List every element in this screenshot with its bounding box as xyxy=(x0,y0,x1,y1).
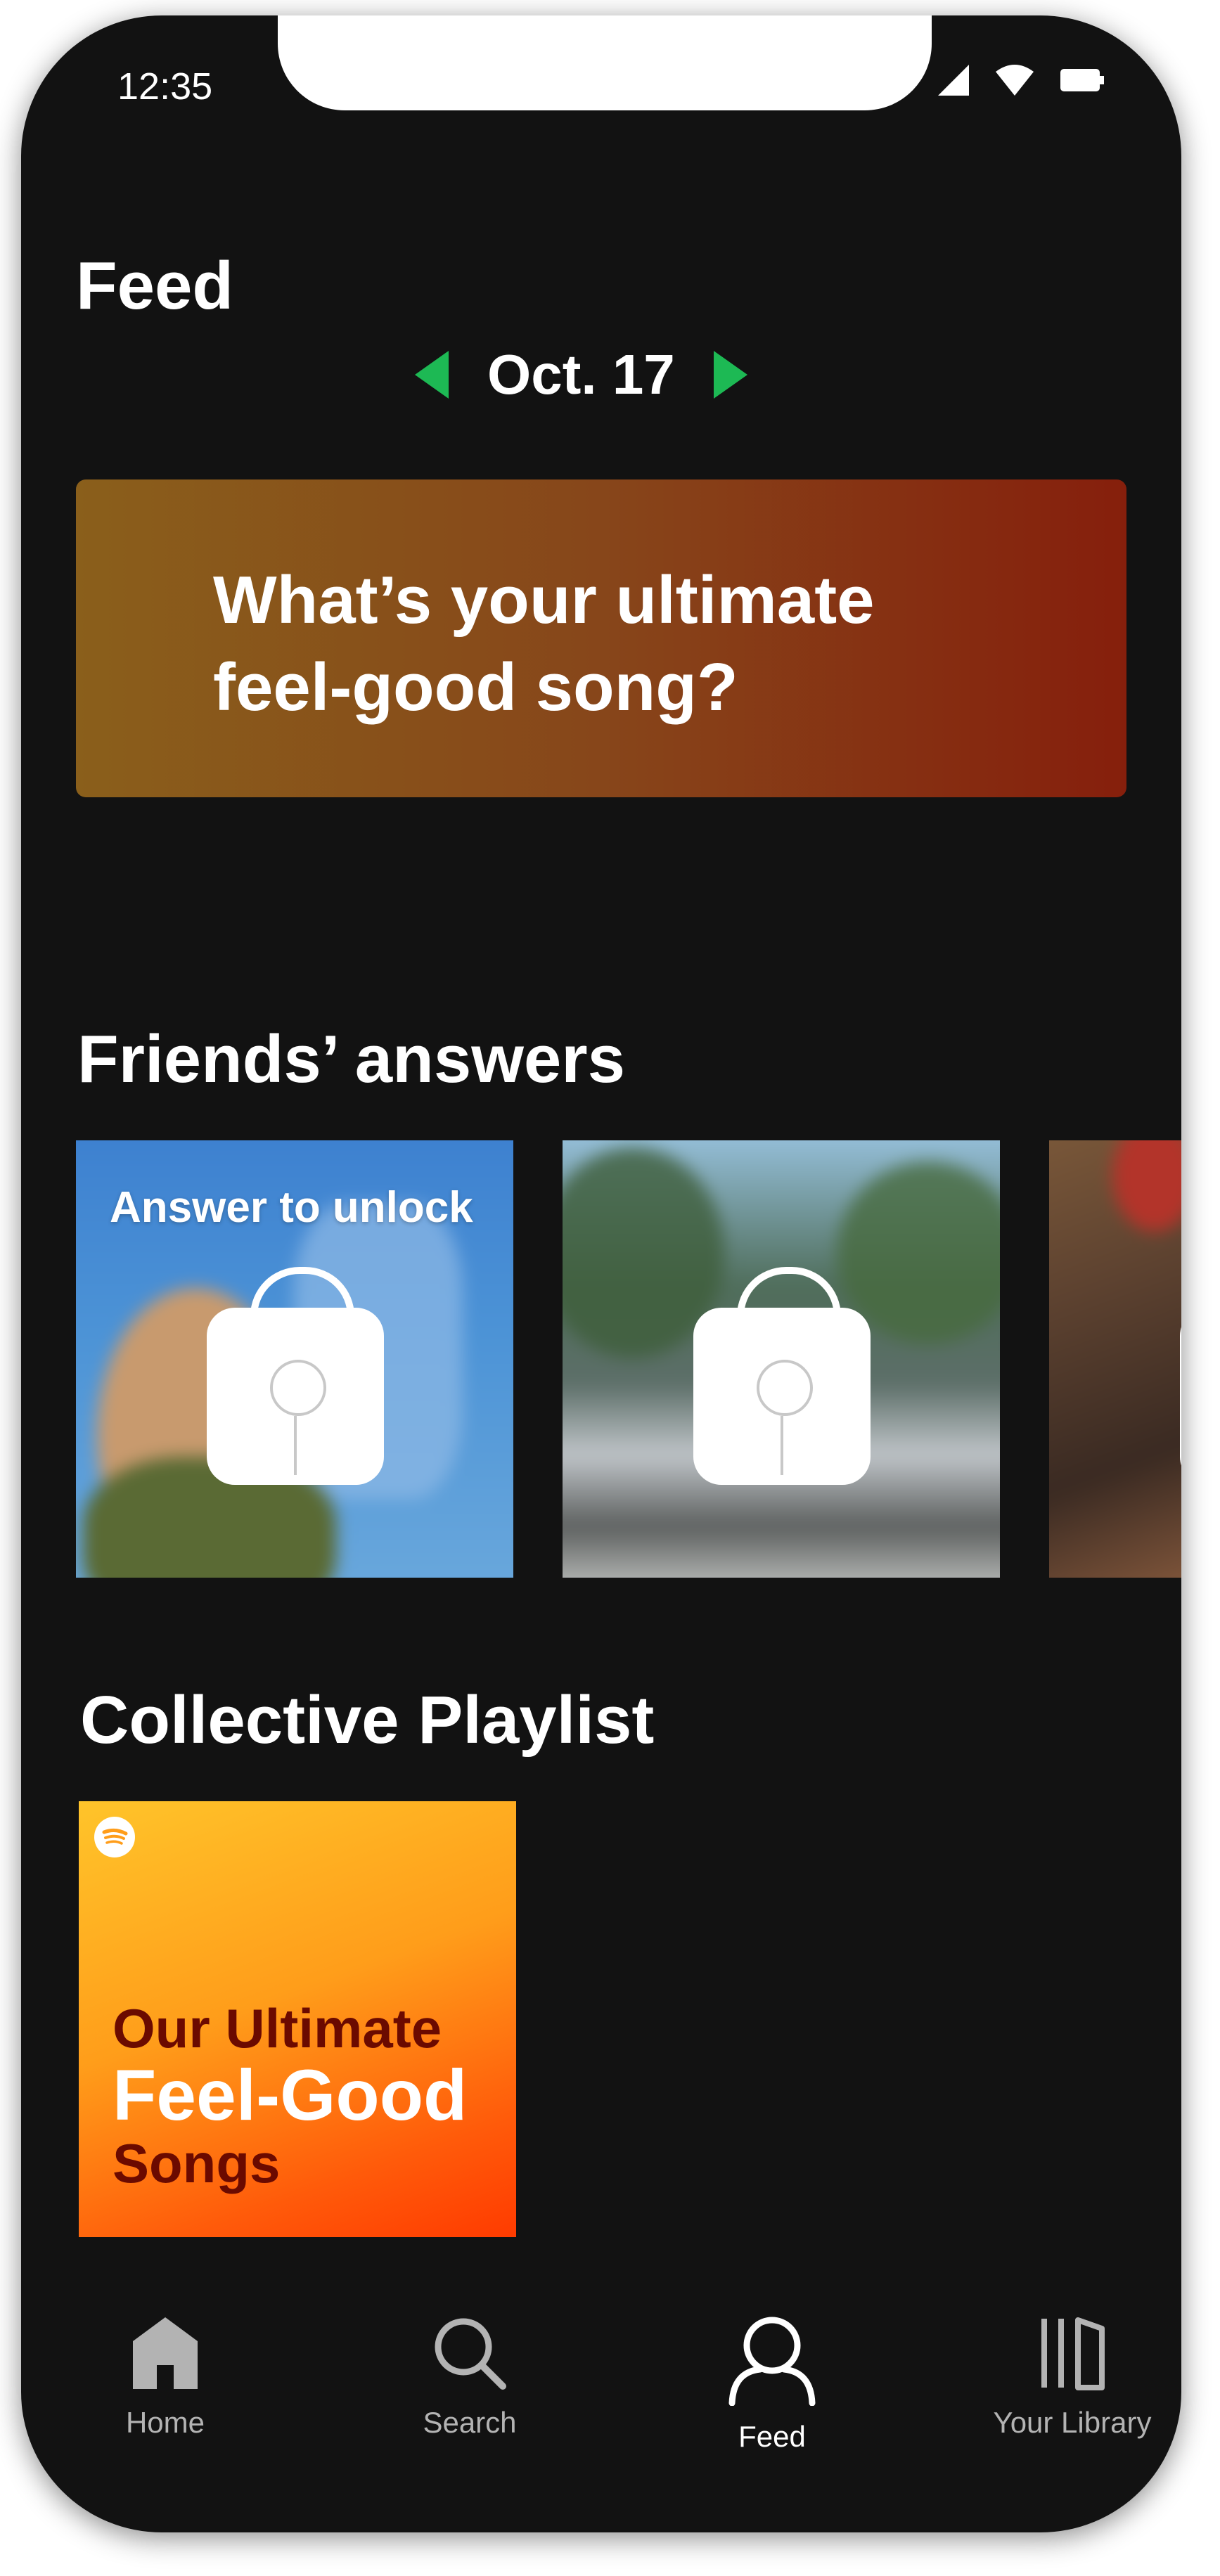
collective-playlist-card[interactable]: Our Ultimate Feel-Good Songs xyxy=(79,1801,516,2237)
previous-day-arrow-icon[interactable] xyxy=(415,351,449,399)
nav-your-library[interactable]: Your Library xyxy=(967,2314,1178,2440)
bottom-navigation: Home Search Feed Your Library xyxy=(21,2314,1181,2483)
next-day-arrow-icon[interactable] xyxy=(713,351,747,399)
friend-answer-tile[interactable]: Answer to unlock xyxy=(76,1140,513,1578)
friends-answers-heading: Friends’ answers xyxy=(77,1022,626,1097)
status-time: 12:35 xyxy=(117,65,213,108)
phone-screen: 12:35 Feed Oct. 17 What’s your ultimate … xyxy=(21,15,1181,2532)
wifi-icon xyxy=(996,65,1034,96)
battery-icon xyxy=(1060,69,1104,91)
nav-feed-label: Feed xyxy=(738,2420,806,2453)
spotify-logo-icon xyxy=(94,1817,135,1857)
signal-icon xyxy=(938,65,969,96)
date-selector: Oct. 17 xyxy=(415,342,747,407)
notch xyxy=(278,15,932,110)
status-icons xyxy=(938,65,1104,96)
lock-icon xyxy=(207,1267,384,1485)
friend-answer-tile[interactable] xyxy=(563,1140,1000,1578)
library-icon xyxy=(1041,2317,1105,2390)
search-icon xyxy=(435,2318,506,2390)
user-icon xyxy=(728,2317,816,2406)
daily-question-text: What’s your ultimate feel-good song? xyxy=(213,562,875,725)
blurred-album-art xyxy=(1049,1140,1181,1578)
nav-your-library-label: Your Library xyxy=(993,2406,1152,2439)
date-label: Oct. 17 xyxy=(487,343,675,406)
nav-feed[interactable]: Feed xyxy=(667,2314,878,2454)
nav-search[interactable]: Search xyxy=(364,2314,575,2440)
collective-playlist-heading: Collective Playlist xyxy=(80,1682,655,1758)
lock-icon xyxy=(693,1267,871,1485)
friend-answer-tile[interactable] xyxy=(1049,1140,1181,1578)
home-icon xyxy=(133,2317,198,2389)
daily-question-card[interactable]: What’s your ultimate feel-good song? xyxy=(76,479,1126,797)
playlist-title-line-2: Feel-Good xyxy=(113,2055,468,2135)
nav-home[interactable]: Home xyxy=(60,2314,271,2440)
playlist-title-line-1: Our Ultimate xyxy=(113,1997,442,2059)
playlist-title-line-3: Songs xyxy=(113,2132,281,2194)
lock-icon xyxy=(1180,1267,1181,1485)
nav-home-label: Home xyxy=(125,2406,205,2439)
page-title: Feed xyxy=(76,248,234,323)
nav-search-label: Search xyxy=(423,2406,517,2439)
answer-to-unlock-label: Answer to unlock xyxy=(110,1183,473,1232)
